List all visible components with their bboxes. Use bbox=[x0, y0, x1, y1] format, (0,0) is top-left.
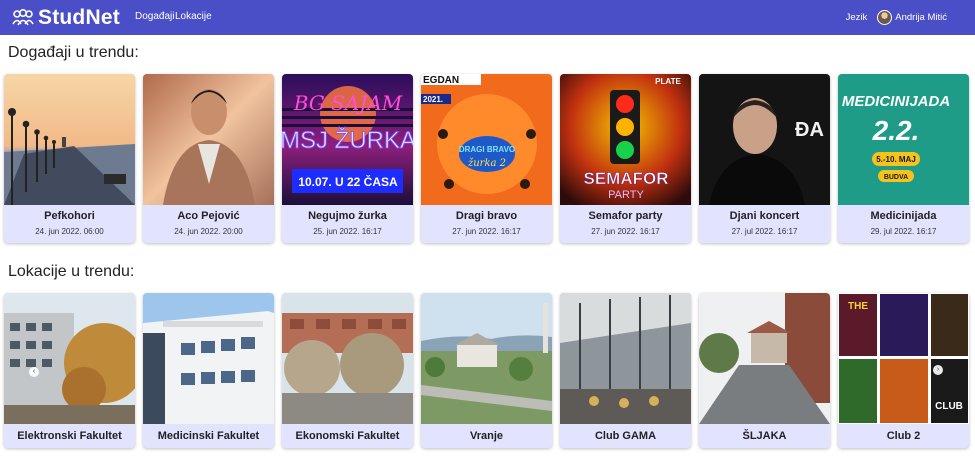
poster-text-date: 10.07. U 22 ČASA bbox=[298, 174, 398, 189]
location-image-town-aerial bbox=[421, 293, 552, 424]
event-card[interactable]: ĐA Djani koncert 27. jul 2022. 16:17 bbox=[699, 74, 830, 243]
location-title: Medicinski Fakultet bbox=[157, 430, 260, 442]
poster-text-dja: ĐA bbox=[795, 119, 824, 141]
nav-right: Jezik Andrija Mitić bbox=[846, 8, 947, 26]
brand-name: StudNet bbox=[38, 5, 120, 29]
event-image-sea-pier bbox=[4, 74, 135, 205]
event-date: 29. jul 2022. 16:17 bbox=[870, 227, 937, 236]
location-title: Ekonomski Fakultet bbox=[295, 430, 400, 442]
event-title: Medicinijada bbox=[870, 210, 937, 222]
location-card[interactable]: Vranje bbox=[421, 293, 552, 448]
event-card[interactable]: PLATE SEMAFOR PARTY Semafor party 27. ju… bbox=[560, 74, 691, 243]
event-date: 27. jul 2022. 16:17 bbox=[731, 227, 798, 236]
event-card[interactable]: Aco Pejović 24. jun 2022. 20:00 bbox=[143, 74, 274, 243]
location-title: Elektronski Fakultet bbox=[17, 430, 122, 442]
location-card[interactable]: ŠLJAKA bbox=[699, 293, 830, 448]
poster-text-dates: 5.-10. MAJ bbox=[876, 155, 916, 164]
event-date: 25. jun 2022. 16:17 bbox=[313, 227, 382, 236]
poster-text-egdan: EGDAN bbox=[423, 75, 459, 86]
location-card[interactable]: ‹ Elektronski Fakultet bbox=[4, 293, 135, 448]
events-row: Pefkohori 24. jun 2022. 06:00 Aco Pejovi… bbox=[4, 74, 969, 243]
event-title: Negujmo žurka bbox=[308, 210, 387, 222]
event-title: Dragi bravo bbox=[455, 210, 518, 222]
poster-text-dragi-bravo: DRAGI BRAVO bbox=[459, 145, 515, 154]
location-image-city-street bbox=[282, 293, 413, 424]
event-card[interactable]: EGDAN 2021. DRAGI BRAVO žurka 2 Dragi br… bbox=[421, 74, 552, 243]
poster-text-the: THE bbox=[848, 301, 868, 312]
poster-text-msj-zurka: MSJ ŽURKA bbox=[282, 127, 413, 154]
location-image-faculty-autumn: ‹ bbox=[4, 293, 135, 424]
user-name[interactable]: Andrija Mitić bbox=[895, 12, 947, 23]
nav-link-events[interactable]: Događaji bbox=[135, 11, 174, 22]
event-image-neon-poster: BG SAJAM MSJ ŽURKA 10.07. U 22 ČASA bbox=[282, 74, 413, 205]
poster-text-bg-sajam: BG SAJAM bbox=[293, 91, 403, 115]
event-title: Aco Pejović bbox=[177, 210, 240, 222]
top-navbar: StudNet Događaji Lokacije Jezik Andrija … bbox=[0, 0, 975, 35]
poster-text-plate: PLATE bbox=[655, 77, 681, 86]
event-date: 27. jun 2022. 16:17 bbox=[452, 227, 521, 236]
location-image-rainy-street bbox=[699, 293, 830, 424]
carousel-next-button[interactable]: › bbox=[933, 365, 943, 375]
location-image-poster-collage: THE CLUB › bbox=[838, 293, 969, 424]
location-title: Club 2 bbox=[886, 430, 921, 442]
poster-text-place: BUDVA bbox=[884, 174, 908, 181]
location-image-white-building bbox=[143, 293, 274, 424]
poster-text-edition: 2.2. bbox=[872, 115, 920, 146]
event-image-traffic-light-poster: PLATE SEMAFOR PARTY bbox=[560, 74, 691, 205]
location-card[interactable]: Club GAMA bbox=[560, 293, 691, 448]
event-title: Semafor party bbox=[588, 210, 663, 222]
location-title: Club GAMA bbox=[594, 430, 657, 442]
locations-row: ‹ Elektronski Fakultet Medicinski Fakult… bbox=[4, 293, 969, 448]
carousel-prev-button[interactable]: ‹ bbox=[29, 367, 39, 377]
event-image-dark-portrait: ĐA bbox=[699, 74, 830, 205]
location-title: Vranje bbox=[469, 430, 504, 442]
language-dropdown[interactable]: Jezik bbox=[846, 12, 868, 23]
brand-logo[interactable]: StudNet bbox=[12, 5, 120, 30]
event-date: 24. jun 2022. 06:00 bbox=[35, 227, 104, 236]
location-image-club-terrace bbox=[560, 293, 691, 424]
location-card[interactable]: Medicinski Fakultet bbox=[143, 293, 274, 448]
locations-section-title: Lokacije u trendu: bbox=[8, 263, 135, 280]
event-card[interactable]: Pefkohori 24. jun 2022. 06:00 bbox=[4, 74, 135, 243]
event-title: Djani koncert bbox=[729, 210, 800, 222]
location-card[interactable]: Ekonomski Fakultet bbox=[282, 293, 413, 448]
poster-text-semafor: SEMAFOR bbox=[584, 169, 669, 188]
event-card[interactable]: BG SAJAM MSJ ŽURKA 10.07. U 22 ČASA Negu… bbox=[282, 74, 413, 243]
location-card[interactable]: THE CLUB › Club 2 bbox=[838, 293, 969, 448]
nav-link-locations[interactable]: Lokacije bbox=[175, 11, 212, 22]
events-section-title: Događaji u trendu: bbox=[8, 44, 139, 61]
poster-text-medicinijada: MEDICINIJADA bbox=[842, 93, 950, 110]
poster-text-club: CLUB bbox=[935, 401, 963, 412]
event-image-medicinijada-poster: MEDICINIJADA 2.2. 5.-10. MAJ BUDVA bbox=[838, 74, 969, 205]
event-image-singer bbox=[143, 74, 274, 205]
avatar[interactable] bbox=[877, 9, 893, 25]
poster-text-zurka2: žurka 2 bbox=[467, 158, 506, 169]
people-icon bbox=[12, 8, 34, 25]
event-card[interactable]: MEDICINIJADA 2.2. 5.-10. MAJ BUDVA Medic… bbox=[838, 74, 969, 243]
event-title: Pefkohori bbox=[44, 210, 95, 222]
poster-text-year: 2021. bbox=[423, 95, 443, 104]
event-date: 27. jun 2022. 16:17 bbox=[591, 227, 660, 236]
event-date: 24. jun 2022. 20:00 bbox=[174, 227, 243, 236]
event-image-orange-poster: EGDAN 2021. DRAGI BRAVO žurka 2 bbox=[421, 74, 552, 205]
poster-text-party: PARTY bbox=[608, 189, 644, 201]
location-title: ŠLJAKA bbox=[742, 430, 787, 442]
